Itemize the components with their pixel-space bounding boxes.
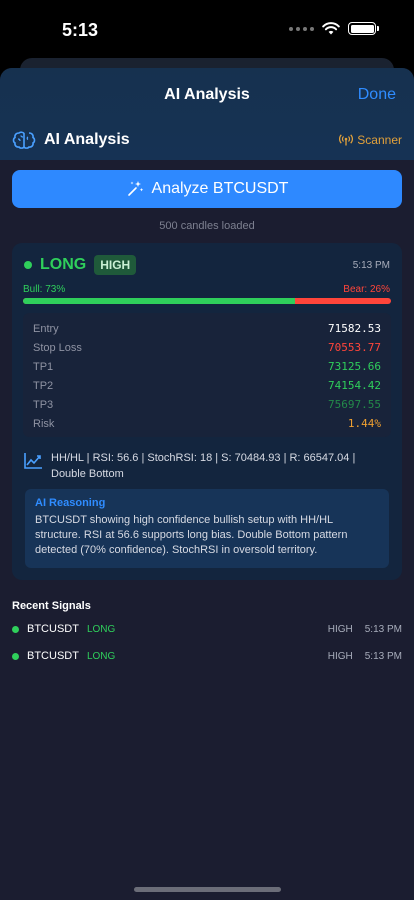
home-indicator[interactable] [134, 887, 281, 892]
reasoning-text: BTCUSDT showing high confidence bullish … [35, 514, 348, 556]
level-value: 75697.55 [328, 398, 381, 411]
status-icons [289, 22, 379, 35]
recent-direction: LONG [86, 650, 116, 662]
level-value: 74154.42 [328, 379, 381, 392]
recent-signal-row[interactable]: BTCUSDT LONG HIGH 5:13 PM [12, 621, 402, 637]
signal-header: LONG HIGH 5:13 PM [24, 255, 390, 275]
ai-analysis-sheet: AI Analysis Done AI Analysis Scanner Ana… [0, 68, 414, 900]
recent-direction: LONG [86, 623, 116, 635]
wifi-icon [322, 22, 340, 35]
signal-dots-icon [289, 26, 314, 31]
level-row: TP3 75697.55 [33, 395, 381, 414]
level-name: Risk [33, 417, 55, 430]
signal-card: LONG HIGH 5:13 PM Bull: 73% Bear: 26% En… [12, 243, 402, 580]
level-value: 71582.53 [328, 322, 381, 335]
ai-reasoning-box: AI Reasoning BTCUSDT showing high confid… [25, 489, 389, 568]
recent-confidence: HIGH [327, 623, 353, 635]
level-name: TP2 [33, 379, 54, 392]
done-button[interactable]: Done [358, 86, 396, 104]
status-time: 5:13 [62, 20, 99, 40]
price-levels: Entry 71582.53 Stop Loss 70553.77 TP1 73125.6… [23, 313, 391, 437]
level-value: 73125.66 [328, 360, 381, 373]
ai-analysis-label: AI Analysis [44, 131, 130, 148]
level-name: TP3 [33, 398, 54, 411]
antenna-icon [339, 134, 354, 146]
level-row: TP2 74154.42 [33, 376, 381, 395]
reasoning-title: AI Reasoning [35, 497, 106, 509]
patterns-text: HH/HL | RSI: 56.6 | StochRSI: 18 | S: 70… [51, 452, 356, 480]
direction-dot [24, 261, 32, 269]
level-row: TP1 73125.66 [33, 357, 381, 376]
recent-confidence: HIGH [327, 650, 353, 662]
scanner-label: Scanner [357, 133, 402, 147]
level-value: 70553.77 [328, 341, 381, 354]
trend-chart-icon [24, 453, 42, 469]
recent-time: 5:13 PM [364, 650, 402, 662]
status-bar: 5:13 [0, 0, 414, 60]
bull-bar-fill [23, 298, 296, 304]
direction-label: LONG [40, 256, 87, 273]
analyze-button[interactable]: Analyze BTCUSDT [12, 170, 402, 208]
level-row: Entry 71582.53 [33, 319, 381, 338]
sheet-title: AI Analysis [164, 86, 250, 103]
candles-loaded-text: 500 candles loaded [159, 220, 255, 232]
status-dot [12, 652, 19, 660]
recent-symbol: BTCUSDT [27, 623, 79, 635]
recent-signals-title: Recent Signals [12, 600, 91, 612]
level-name: TP1 [33, 360, 54, 373]
sheet-header: AI Analysis Done AI Analysis Scanner [0, 68, 414, 160]
sparkles-icon [127, 181, 143, 196]
level-row: Risk 1.44% [33, 414, 381, 433]
analyze-label: Analyze BTCUSDT [151, 180, 289, 197]
sentiment-bar [23, 298, 391, 304]
signal-time: 5:13 PM [352, 259, 390, 271]
recent-time: 5:13 PM [364, 623, 402, 635]
level-name: Entry [33, 322, 59, 335]
status-dot [12, 625, 19, 633]
confidence-badge: HIGH [94, 255, 137, 275]
patterns-row: HH/HL | RSI: 56.6 | StochRSI: 18 | S: 70… [23, 450, 383, 482]
battery-icon [348, 22, 379, 35]
recent-signal-row[interactable]: BTCUSDT LONG HIGH 5:13 PM [12, 648, 402, 664]
bear-percentage: Bear: 26% [343, 284, 390, 295]
level-row: Stop Loss 70553.77 [33, 338, 381, 357]
level-name: Stop Loss [33, 341, 82, 354]
bull-percentage: Bull: 73% [23, 284, 66, 295]
recent-symbol: BTCUSDT [27, 650, 79, 662]
brain-icon [12, 131, 36, 149]
ai-header-row: AI Analysis Scanner [12, 128, 402, 152]
level-value: 1.44% [347, 417, 381, 430]
scanner-button[interactable]: Scanner [339, 133, 402, 147]
